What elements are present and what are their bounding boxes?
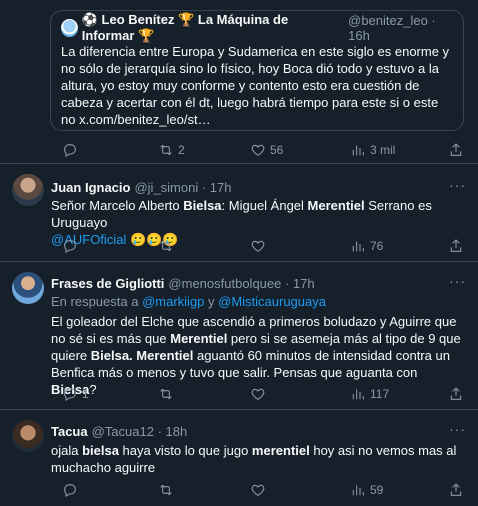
text-segment: ojala (51, 443, 83, 458)
views-count: 117 (370, 387, 390, 401)
text-highlight: Merentiel (307, 198, 365, 213)
author-name[interactable]: Juan Ignacio (51, 180, 130, 195)
views-chart-icon (352, 485, 364, 496)
share-icon (450, 387, 462, 400)
author-name[interactable]: Frases de Gigliotti (51, 276, 164, 291)
reply-icon (64, 144, 76, 157)
tweet-actions: 76 (62, 238, 464, 254)
more-options-icon[interactable]: ··· (449, 421, 466, 437)
retweet-icon (160, 388, 172, 400)
quoted-tweet-card[interactable]: ⚽ Leo Benítez 🏆 La Máquina de Informar 🏆… (50, 10, 464, 131)
reply-prefix: En respuesta a (51, 294, 143, 309)
tweet-header: Juan Ignacio @ji_simoni · 17h (51, 180, 231, 195)
reply-button[interactable] (62, 238, 158, 254)
views-count: 76 (370, 239, 384, 253)
reply-button[interactable] (62, 142, 158, 158)
quoted-avatar[interactable] (61, 19, 78, 37)
share-button[interactable] (448, 142, 464, 158)
retweet-icon (160, 144, 172, 156)
reply-button[interactable]: 1 (62, 386, 158, 402)
tweet-header: Tacua @Tacua12 · 18h (51, 424, 187, 439)
quoted-author-name[interactable]: ⚽ Leo Benítez 🏆 La Máquina de Informar 🏆 (82, 12, 344, 44)
text-highlight: Bielsa (183, 198, 222, 213)
views-button[interactable]: 59 (350, 482, 442, 498)
share-button[interactable] (448, 482, 464, 498)
text-highlight: Merentiel (170, 331, 228, 346)
author-name[interactable]: Tacua (51, 424, 88, 439)
tweet-actions: 59 (62, 482, 464, 498)
retweet-count: 2 (178, 143, 185, 157)
views-button[interactable]: 76 (350, 238, 442, 254)
share-icon (450, 239, 462, 252)
quoted-author-handle[interactable]: @benitez_leo · 16h (348, 13, 453, 43)
views-count: 59 (370, 483, 384, 497)
like-button[interactable] (250, 238, 350, 254)
heart-icon (251, 484, 265, 496)
retweet-button[interactable]: 2 (158, 142, 250, 158)
reply-icon (64, 240, 76, 253)
share-icon (450, 143, 462, 156)
mention-link[interactable]: @markiigp (142, 294, 204, 309)
like-button[interactable] (250, 482, 350, 498)
like-button[interactable] (250, 386, 350, 402)
views-button[interactable]: 3 mil (350, 142, 442, 158)
share-icon (450, 483, 462, 496)
quoted-tweet-header: ⚽ Leo Benítez 🏆 La Máquina de Informar 🏆… (61, 12, 453, 43)
text-highlight: bielsa (82, 443, 119, 458)
author-handle[interactable]: @Tacua12 · 18h (92, 424, 188, 439)
reply-button[interactable] (62, 482, 158, 498)
retweet-icon (160, 240, 172, 252)
tweet-text: ojala bielsa haya visto lo que jugo mere… (51, 442, 466, 476)
retweet-icon (160, 484, 172, 496)
tweet-actions: 1 117 (62, 386, 464, 402)
views-chart-icon (352, 145, 364, 156)
text-segment: Señor Marcelo Alberto (51, 198, 184, 213)
share-button[interactable] (448, 386, 464, 402)
author-handle[interactable]: @ji_simoni · 17h (134, 180, 231, 195)
views-chart-icon (352, 389, 364, 400)
heart-icon (251, 240, 265, 252)
replying-to: En respuesta a @markiigp y @Misticaurugu… (51, 294, 326, 309)
author-handle[interactable]: @menosfutbolquee · 17h (168, 276, 314, 291)
text-segment: haya visto lo que jugo (118, 443, 252, 458)
avatar[interactable] (12, 272, 44, 304)
reply-icon (64, 388, 76, 401)
like-button[interactable]: 56 (250, 142, 350, 158)
views-count: 3 mil (370, 143, 396, 157)
like-count: 56 (270, 143, 284, 157)
views-chart-icon (352, 241, 364, 252)
retweet-button[interactable] (158, 386, 250, 402)
text-highlight: Bielsa. Merentiel (90, 348, 194, 363)
reply-count: 1 (82, 387, 89, 401)
quoted-tweet-text: La diferencia entre Europa y Sudamerica … (61, 44, 450, 127)
more-options-icon[interactable]: ··· (449, 177, 466, 193)
text-segment: : Miguel Ángel (221, 198, 308, 213)
tweet-header: Frases de Gigliotti @menosfutbolquee · 1… (51, 276, 315, 291)
retweet-button[interactable] (158, 482, 250, 498)
heart-icon (251, 144, 265, 156)
views-button[interactable]: 117 (350, 386, 442, 402)
heart-icon (251, 388, 265, 400)
reply-icon (64, 484, 76, 497)
avatar[interactable] (12, 420, 44, 452)
more-options-icon[interactable]: ··· (449, 273, 466, 289)
retweet-button[interactable] (158, 238, 250, 254)
avatar[interactable] (12, 174, 44, 206)
tweet-actions: 2 56 3 mil (62, 142, 464, 158)
text-highlight: merentiel (251, 443, 310, 458)
reply-and: y (204, 294, 219, 309)
mention-link[interactable]: @Misticauruguaya (218, 294, 326, 309)
share-button[interactable] (448, 238, 464, 254)
